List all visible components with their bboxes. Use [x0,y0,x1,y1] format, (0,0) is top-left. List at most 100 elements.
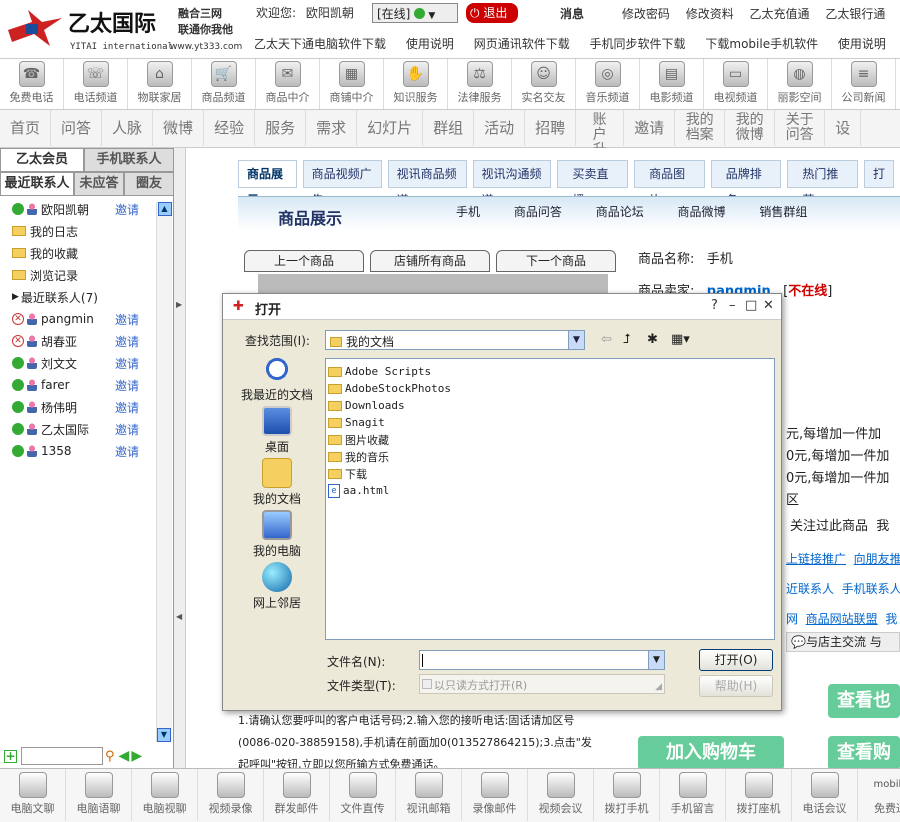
cat-weibo[interactable]: 微博 [153,110,205,146]
tab-live-trade[interactable]: 买卖直播 [557,160,629,207]
cat-home[interactable]: 首页 [0,110,52,146]
status-select[interactable]: [在线] ▼ [372,3,458,23]
chat-owner-button[interactable]: 💬与店主交流 与 [786,632,900,652]
invite-link[interactable]: 邀请 [115,377,139,394]
download-link-sync[interactable]: 手机同步软件下载 [590,37,686,51]
filename-input[interactable]: ▼ [419,650,665,670]
place-desktop[interactable]: 桌面 [233,406,321,456]
tool-record-mail[interactable]: 录像邮件 [462,769,528,821]
link-phone[interactable]: 手机 [456,205,480,219]
link-forum[interactable]: 商品论坛 [596,205,644,219]
channel-movie[interactable]: ▤ 电影频道 [640,59,704,109]
view-button-2[interactable]: 查看购 [828,736,900,770]
link-promote[interactable]: 上链接推广 [786,552,846,566]
tool-file-transfer[interactable]: 文件直传 [330,769,396,821]
search-icon[interactable]: ⚲ [105,749,115,764]
channel-free-call[interactable]: ☎ 免费电话 [0,59,64,109]
collapse-right-icon[interactable]: ▶ [176,300,182,309]
view-menu-icon[interactable]: ▦▾ [671,332,690,347]
cat-events[interactable]: 活动 [474,110,526,146]
filetype-select[interactable]: 以只读方式打开(R) ◢ [419,674,665,694]
contact-row[interactable]: ✕ pangmin 邀请 [0,308,155,330]
channel-gallery[interactable]: ◍ 丽影空间 [768,59,832,109]
folder-favorites[interactable]: 我的收藏 [0,242,155,264]
contact-row[interactable]: 乙太国际 邀请 [0,418,155,440]
channel-dating[interactable]: ☺ 实名交友 [512,59,576,109]
cat-slides[interactable]: 幻灯片 [357,110,424,146]
add-to-cart-button[interactable]: 加入购物车 [638,736,784,770]
tab-product-display[interactable]: 商品展示 [238,160,297,207]
channel-goods-agent[interactable]: ✉ 商品中介 [256,59,320,109]
add-contact-icon[interactable]: + [4,749,17,763]
tool-mass-mail[interactable]: 群发邮件 [264,769,330,821]
tool-call-mobile[interactable]: 拨打手机 [594,769,660,821]
file-item[interactable]: Downloads [328,397,772,414]
file-item[interactable]: Adobe Scripts [328,363,772,380]
link-sales-group[interactable]: 销售群组 [759,205,807,219]
download-link-help-2[interactable]: 使用说明 [838,37,886,51]
cat-my-profile[interactable]: 我的档案 [675,110,726,146]
file-item[interactable]: e aa.html [328,482,772,499]
channel-company-news[interactable]: ≡ 公司新闻 [832,59,896,109]
contact-row[interactable]: farer 邀请 [0,374,155,396]
channel-shop-agent[interactable]: ▦ 商铺中介 [320,59,384,109]
folder-diary[interactable]: 我的日志 [0,220,155,242]
folder-history[interactable]: 浏览记录 [0,264,155,286]
dialog-titlebar[interactable]: ✚ 打开 ? – □ ✕ [223,294,781,320]
site-logo[interactable]: 乙太国际 YITAI international 融合三网 联通你我他 www.… [4,4,244,56]
channel-tv[interactable]: ▭ 电视频道 [704,59,768,109]
tab-product-images[interactable]: 商品图片 [634,160,705,207]
file-item[interactable]: 图片收藏 [328,431,772,448]
scroll-down-icon[interactable]: ▼ [157,728,171,742]
new-folder-icon[interactable]: ✱ [647,332,658,347]
link-qa[interactable]: 商品问答 [514,205,562,219]
menu-messages[interactable]: 消息 [560,7,584,21]
tool-text-chat[interactable]: 电脑文聊 [0,769,66,821]
readonly-checkbox[interactable] [422,679,432,689]
lookin-select[interactable]: 我的文档 ▼ [325,330,585,350]
back-icon[interactable]: ⇦ [601,332,612,347]
cat-invite[interactable]: 邀请 [624,110,676,146]
logout-button[interactable]: ⏻ 退出 [466,3,518,23]
tab-brand-rank[interactable]: 品牌排名 [710,160,782,207]
cat-qa[interactable]: 问答 [51,110,103,146]
scroll-up-icon[interactable]: ▲ [157,202,172,216]
chevron-down-icon[interactable]: ▼ [568,331,584,349]
download-link-web[interactable]: 网页通讯软件下载 [474,37,570,51]
link-weibo[interactable]: 商品微博 [678,205,726,219]
channel-goods[interactable]: 🛒 商品频道 [192,59,256,109]
channel-music[interactable]: ◎ 音乐频道 [576,59,640,109]
download-link-mobile[interactable]: 下载mobile手机软件 [705,37,818,51]
cat-upgrade[interactable]: 账户升级 [576,110,625,173]
invite-link[interactable]: 邀请 [115,355,139,372]
view-button-1[interactable]: 查看也 [828,684,900,718]
maximize-icon[interactable]: □ [745,298,757,313]
invite-link[interactable]: 邀请 [115,201,139,218]
tool-phone-meeting[interactable]: 电话会议 [792,769,858,821]
invite-link[interactable]: 邀请 [115,399,139,416]
tool-video-chat[interactable]: 电脑视聊 [132,769,198,821]
cat-my-weibo[interactable]: 我的微博 [725,110,776,146]
recent-contacts-group[interactable]: ▶ 最近联系人(7) [0,286,155,308]
collapse-left-icon[interactable]: ◀ [176,612,182,621]
tab-unanswered[interactable]: 未应答 [74,172,124,196]
tab-hot[interactable]: 热门推荐 [787,160,858,207]
place-my-documents[interactable]: 我的文档 [233,458,321,508]
menu-change-password[interactable]: 修改密码 [622,7,670,21]
arrow-left-icon[interactable]: ◀ [119,748,130,764]
tab-video-ads[interactable]: 商品视频广告 [302,160,382,207]
download-link-help-1[interactable]: 使用说明 [406,37,454,51]
tool-call-landline[interactable]: 拨打座机 [726,769,792,821]
place-my-computer[interactable]: 我的电脑 [233,510,321,560]
tool-mobile-message[interactable]: 手机留言 [660,769,726,821]
channel-knowledge[interactable]: ✋ 知识服务 [384,59,448,109]
contact-row[interactable]: 刘文文 邀请 [0,352,155,374]
tab-video-channel[interactable]: 视讯商品频道 [387,160,467,207]
minimize-icon[interactable]: – [729,298,736,313]
contact-row[interactable]: 1358 邀请 [0,440,155,462]
tab-video-chat[interactable]: 视讯沟通频道 [472,160,552,207]
cat-about-qa[interactable]: 关于问答 [775,110,826,146]
help-button[interactable]: 帮助(H) [699,675,773,697]
tool-voice-chat[interactable]: 电脑语聊 [66,769,132,821]
menu-bank[interactable]: 乙太银行通 [825,7,885,21]
